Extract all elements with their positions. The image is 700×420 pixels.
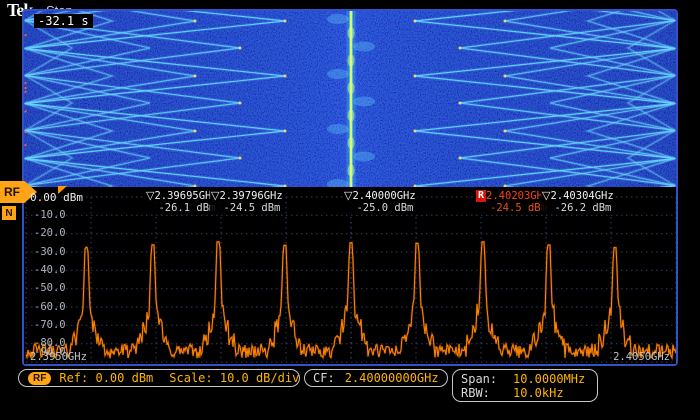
marker-amp: -24.5 dBm (219, 202, 282, 214)
y-tick: -30.0 (34, 246, 66, 258)
freq-stop-label: 2.4050GHz (613, 351, 670, 363)
spectrogram-time-label: -32.1 s (34, 14, 93, 28)
y-tick: -50.0 (34, 282, 66, 294)
marker-amp: -25.0 dBm (352, 202, 415, 214)
y-tick: -70.0 (34, 319, 66, 331)
marker-freq: 2.40000GHz (352, 190, 415, 202)
marker-freq: 2.39695GH (154, 190, 215, 202)
marker-freq: 2.39796GHz (219, 190, 282, 202)
rf-normal-badge: N (2, 206, 16, 220)
center-frequency-readout[interactable]: CF: 2.40000000GHz (304, 369, 448, 387)
marker-freq: 2.40203GHz (486, 190, 549, 202)
marker-amp: -26.1 dBm (154, 202, 215, 214)
marker-amp: -26.2 dBm (550, 202, 613, 214)
y-tick: -10.0 (34, 209, 66, 221)
spectrogram-panel: -32.1 s (24, 11, 676, 187)
marker-amp: -24.5 dBm (486, 202, 549, 214)
span-label: Span: (461, 372, 513, 386)
ref-readout: Ref: 0.00 dBm (59, 371, 153, 385)
spectrum-panel: 0.00 dBm -10.0 -20.0 -30.0 -40.0 -50.0 -… (24, 187, 676, 364)
rbw-value: 10.0kHz (513, 386, 589, 400)
marker-triangle-icon: ▽ (146, 190, 154, 202)
marker-freq: 2.40304GHz (550, 190, 613, 202)
marker-triangle-icon: ▽ (542, 190, 550, 202)
marker-a3: ▽ 2.40000GHz -25.0 dBm (343, 190, 417, 214)
marker-a2: ▽ 2.39796GHz -24.5 dBm (210, 190, 284, 214)
scale-readout: Scale: 10.0 dB/div (169, 371, 299, 385)
span-rbw-readout[interactable]: Span: 10.0000MHz RBW: 10.0kHz (452, 369, 598, 402)
y-tick: -40.0 (34, 264, 66, 276)
spectrogram-image (24, 11, 676, 187)
rf-badge: RF (28, 372, 51, 385)
marker-a4: ▽ 2.40304GHz -26.2 dBm (541, 190, 615, 214)
marker-triangle-icon: ▽ (344, 190, 352, 202)
freq-start-label: 2.3950GHz (30, 351, 87, 363)
marker-triangle-icon: ▽ (211, 190, 219, 202)
reference-marker-icon: R (476, 190, 486, 202)
rf-tab-label: RF (4, 185, 20, 199)
n-badge-label: N (5, 208, 12, 219)
cf-value: 2.40000000GHz (345, 371, 439, 385)
span-value: 10.0000MHz (513, 372, 589, 386)
ref-level-readout: 0.00 dBm (30, 191, 83, 204)
marker-a1: ▽ 2.39695GH -26.1 dBm (145, 190, 216, 214)
display-frame: -32.1 s 0.00 dBm -10.0 -20.0 -30.0 -40.0… (22, 9, 678, 366)
cf-label: CF: (313, 371, 335, 385)
trigger-position-icon (58, 186, 67, 194)
y-tick: -20.0 (34, 227, 66, 239)
rbw-label: RBW: (461, 386, 513, 400)
rf-ref-scale-readout[interactable]: RF Ref: 0.00 dBm Scale: 10.0 dB/div (18, 369, 300, 387)
y-tick: -60.0 (34, 301, 66, 313)
scope-screen: Tek Stop (0, 0, 700, 420)
marker-reference: R 2.40203GHz -24.5 dBm (475, 190, 550, 214)
